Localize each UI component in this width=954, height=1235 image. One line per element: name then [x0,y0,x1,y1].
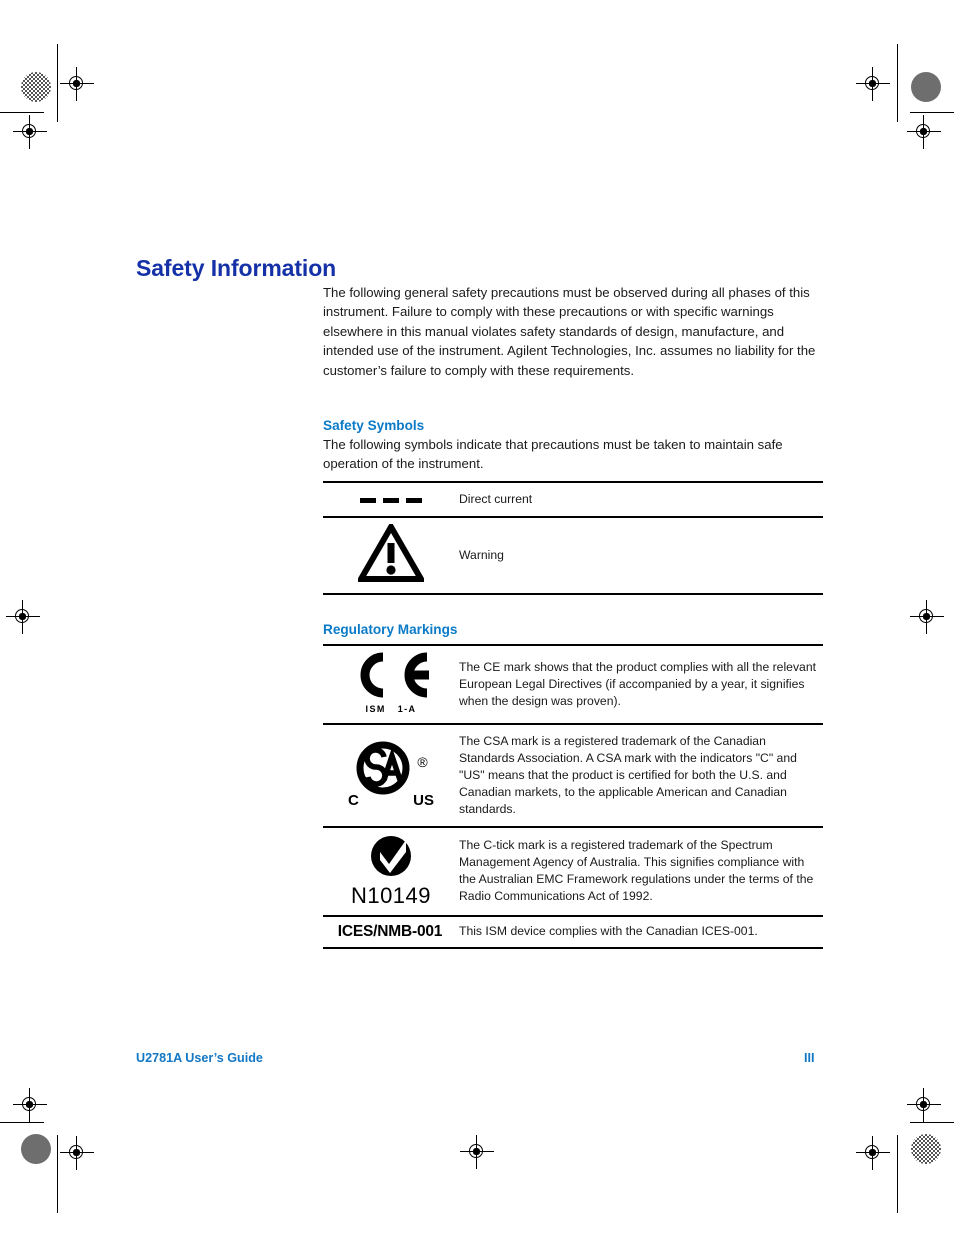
safety-intro-paragraph: The following general safety precautions… [323,285,816,378]
density-patch-bottom-right [911,1134,941,1164]
safety-symbols-intro: The following symbols indicate that prec… [323,437,783,472]
footer-page-number: III [804,1051,815,1065]
crop-line-bottom-left-horizontal [0,1122,44,1123]
table-row: ICES/NMB-001 This ISM device complies wi… [323,914,823,949]
ices-nmb-mark-cell: ICES/NMB-001 [323,914,459,949]
ce-mark-icon: ISM 1-A [349,652,433,714]
crop-line-top-left-horizontal [0,112,44,113]
crop-line-bottom-left-vertical [57,1135,58,1213]
table-row: N10149 The C-tick mark is a registered t… [323,825,823,917]
registration-target-top-left-outer [13,115,47,149]
c-tick-mark-cell: N10149 [323,825,459,917]
density-patch-top-right [911,72,941,102]
ce-mark-ism-label: ISM [365,703,386,714]
registration-target-bottom-center [460,1135,494,1169]
regulatory-markings-heading: Regulatory Markings [323,621,458,637]
csa-mark-description: The CSA mark is a registered trademark o… [459,722,823,828]
registration-target-bottom-right-outer [907,1088,941,1122]
ce-mark-description: The CE mark shows that the product compl… [459,643,823,725]
table-row: Direct current [323,480,823,518]
registration-target-middle-left [6,600,40,634]
registration-target-bottom-left-inner [60,1136,94,1170]
direct-current-description: Direct current [459,480,823,518]
registration-target-bottom-left-outer [13,1088,47,1122]
safety-symbols-heading: Safety Symbols [323,418,425,434]
registration-target-top-right-outer [907,115,941,149]
table-row: Warning [323,515,823,595]
table-row: ® C US The CSA mark is a registered trad… [323,722,823,828]
direct-current-icon [360,498,422,504]
page-content: The following general safety precautions… [323,283,823,949]
ices-nmb-label: ICES/NMB-001 [337,922,443,940]
density-patch-top-left [21,72,51,102]
registration-target-middle-right [910,600,944,634]
csa-registered-label: ® [417,754,428,771]
warning-description: Warning [459,515,823,595]
c-tick-mark-icon: N10149 [351,834,431,909]
crop-line-top-right-vertical [897,44,898,122]
csa-mark-icon: ® C US [348,740,434,809]
table-row: ISM 1-A The CE mark shows that the produ… [323,643,823,725]
crop-line-bottom-right-horizontal [910,1122,954,1123]
c-tick-number-label: N10149 [350,882,432,908]
registration-target-top-left-inner [60,67,94,101]
direct-current-symbol-cell [323,480,459,518]
registration-target-bottom-right-inner [856,1136,890,1170]
ices-nmb-description: This ISM device complies with the Canadi… [459,914,823,949]
registration-target-top-right-inner [856,67,890,101]
crop-line-top-right-horizontal [910,112,954,113]
density-patch-bottom-left [21,1134,51,1164]
safety-symbols-section: Safety Symbols The following symbols ind… [323,418,823,595]
warning-triangle-icon [355,520,427,586]
ce-mark-class-label: 1-A [397,703,417,714]
csa-mark-cell: ® C US [323,722,459,828]
c-tick-mark-description: The C-tick mark is a registered trademar… [459,825,823,917]
crop-line-top-left-vertical [57,44,58,122]
warning-triangle-symbol-cell [323,515,459,595]
regulatory-markings-section: Regulatory Markings ISM 1-A The CE mark … [323,622,823,949]
regulatory-markings-table: ISM 1-A The CE mark shows that the produ… [323,643,823,949]
footer-guide-title: U2781A User’s Guide [136,1051,263,1065]
page-title: Safety Information [136,255,337,282]
safety-symbols-table: Direct current Warning [323,480,823,595]
crop-line-bottom-right-vertical [897,1135,898,1213]
csa-c-label: C [348,792,359,810]
ce-mark-cell: ISM 1-A [323,643,459,725]
csa-us-label: US [413,792,434,810]
